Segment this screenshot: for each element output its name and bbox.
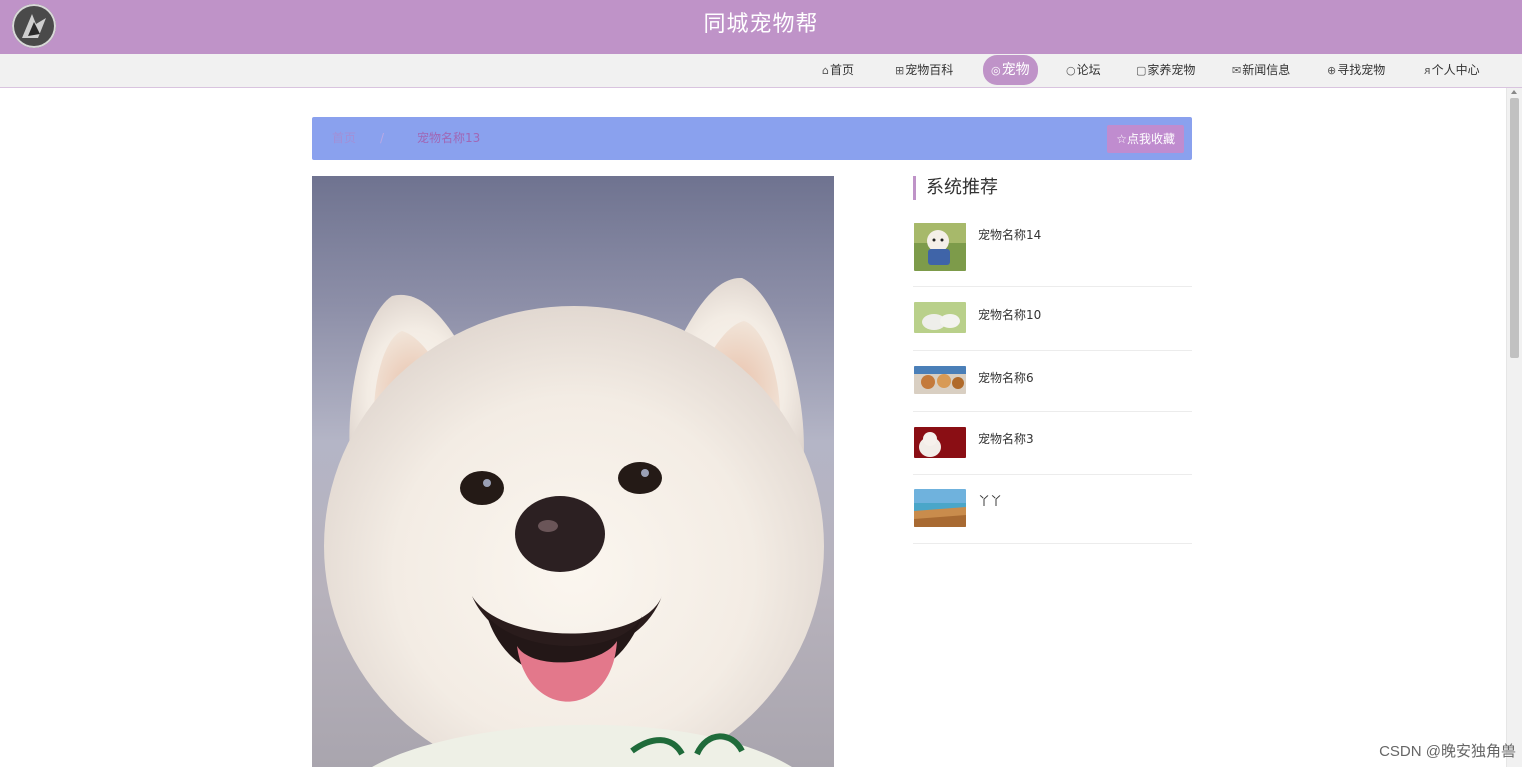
nav-label: 个人中心 xyxy=(1431,63,1480,77)
site-title: 同城宠物帮 xyxy=(703,12,819,37)
nav-item-find-pet[interactable]: ⊕寻找宠物 xyxy=(1327,57,1385,83)
home-icon: ⌂ xyxy=(822,64,829,77)
breadcrumb: 首页 / 宠物名称13 ☆点我收藏 xyxy=(312,117,1192,160)
nav-item-forum[interactable]: ○论坛 xyxy=(1066,57,1101,83)
breadcrumb-current: 宠物名称13 xyxy=(417,131,481,145)
chat-icon: ○ xyxy=(1066,64,1076,77)
site-header: 同城宠物帮 xyxy=(0,0,1522,54)
scrollbar-thumb[interactable] xyxy=(1510,98,1519,358)
nav-item-news[interactable]: ✉新闻信息 xyxy=(1232,57,1290,83)
nav-label: 新闻信息 xyxy=(1242,63,1291,77)
watermark: CSDN @晚安独角兽 xyxy=(1379,743,1516,760)
pet-name: 丫丫 xyxy=(978,494,1003,508)
star-outline-icon: ☆ xyxy=(1116,132,1127,146)
pet-thumbnail xyxy=(914,489,966,527)
mail-icon: ✉ xyxy=(1232,64,1242,77)
list-item[interactable]: 宠物名称14 xyxy=(913,210,1192,287)
list-item[interactable]: 宠物名称3 xyxy=(913,411,1192,475)
doc-icon: ▢ xyxy=(1136,64,1147,77)
nav-item-pet-encyclopedia[interactable]: ⊞宠物百科 xyxy=(895,57,953,83)
nav-item-home[interactable]: ⌂首页 xyxy=(822,57,854,83)
page-scrollbar[interactable] xyxy=(1506,88,1522,767)
list-item[interactable]: 宠物名称6 xyxy=(913,350,1192,412)
nav-label: 论坛 xyxy=(1076,63,1101,77)
main-nav: ⌂首页 ⊞宠物百科 ◎宠物 ○论坛 ▢家养宠物 ✉新闻信息 ⊕寻找宠物 ᴙ个人中… xyxy=(0,54,1522,88)
scroll-up-arrow-icon[interactable] xyxy=(1511,90,1517,94)
pet-thumbnail xyxy=(914,223,966,271)
pet-thumbnail xyxy=(914,302,966,333)
pet-name: 宠物名称6 xyxy=(978,371,1034,385)
nav-item-user-center[interactable]: ᴙ个人中心 xyxy=(1424,57,1480,83)
favorite-button-label: 点我收藏 xyxy=(1126,132,1175,146)
nav-item-pets[interactable]: ◎宠物 xyxy=(983,55,1038,85)
nav-label: 宠物 xyxy=(1001,62,1030,78)
book-icon: ⊞ xyxy=(895,64,905,77)
list-item[interactable]: 丫丫 xyxy=(913,474,1192,544)
pet-thumbnail xyxy=(914,427,966,458)
paw-icon: ◎ xyxy=(991,64,1001,77)
pet-name: 宠物名称10 xyxy=(978,308,1042,322)
pet-name: 宠物名称14 xyxy=(978,228,1042,242)
list-item[interactable]: 宠物名称10 xyxy=(913,286,1192,351)
breadcrumb-separator: / xyxy=(380,131,385,145)
user-icon: ᴙ xyxy=(1424,64,1431,77)
breadcrumb-home-link[interactable]: 首页 xyxy=(332,117,356,160)
nav-label: 首页 xyxy=(829,63,854,77)
nav-label: 家养宠物 xyxy=(1147,63,1196,77)
pet-main-image xyxy=(312,176,834,767)
nav-item-domestic-pets[interactable]: ▢家养宠物 xyxy=(1136,57,1195,83)
recommend-title: 系统推荐 xyxy=(913,176,998,200)
favorite-button[interactable]: ☆点我收藏 xyxy=(1107,125,1184,153)
search-pet-icon: ⊕ xyxy=(1327,64,1337,77)
nav-label: 寻找宠物 xyxy=(1337,63,1386,77)
pet-name: 宠物名称3 xyxy=(978,432,1034,446)
pet-thumbnail xyxy=(914,366,966,394)
nav-label: 宠物百科 xyxy=(905,63,954,77)
